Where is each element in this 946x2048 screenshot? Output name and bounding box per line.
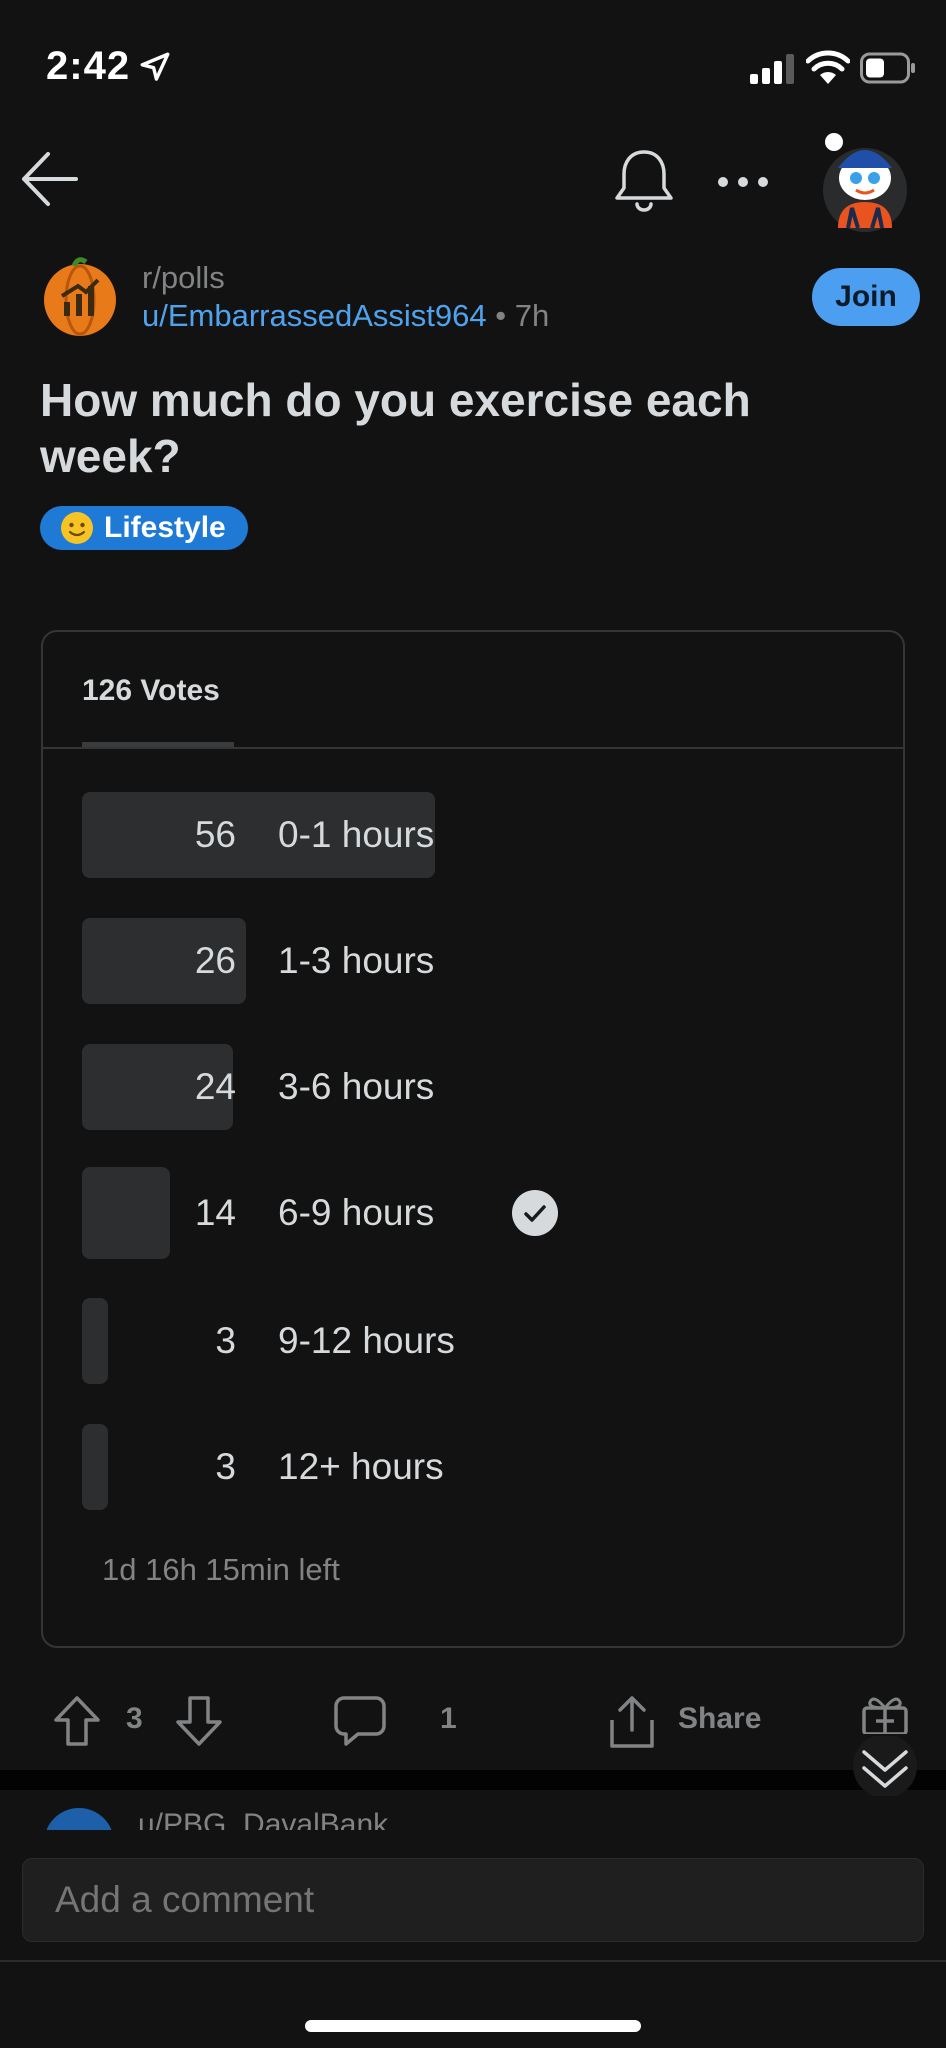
share-icon[interactable] <box>606 1694 658 1750</box>
comment-bubble-icon[interactable] <box>334 1694 386 1748</box>
meta-separator: • <box>495 298 507 333</box>
wifi-icon <box>806 50 850 84</box>
comment-count: 1 <box>440 1702 457 1735</box>
join-button[interactable]: Join <box>812 268 920 326</box>
comment-divider <box>0 1960 946 1962</box>
post-title: How much do you exercise each week? <box>40 374 751 482</box>
poll-option[interactable]: 56 0-1 hours <box>82 792 872 878</box>
votes-tab[interactable]: 126 Votes <box>82 674 220 708</box>
post-header: r/polls u/EmbarrassedAssist964 • 7h Join <box>40 256 920 346</box>
subreddit-name[interactable]: r/polls <box>142 260 225 296</box>
cellular-signal-icon <box>750 54 794 84</box>
scroll-down-chevron-icon[interactable] <box>850 1736 920 1796</box>
add-comment-input[interactable] <box>22 1858 924 1942</box>
subreddit-icon[interactable] <box>40 256 120 336</box>
flair-label: Lifestyle <box>104 511 226 544</box>
poll-option-label: 0-1 hours <box>278 814 435 855</box>
more-options-icon[interactable] <box>710 152 776 212</box>
notification-bell-icon[interactable] <box>610 146 678 216</box>
comment-author-name[interactable]: u/PBG_DavalBank <box>138 1808 388 1830</box>
upvote-icon[interactable] <box>50 1694 104 1748</box>
poll-option-label: 1-3 hours <box>278 940 435 981</box>
post-age: 7h <box>514 298 550 333</box>
next-comment-peek: u/PBG_DavalBank <box>0 1790 946 1830</box>
poll-option-count: 56 <box>194 814 236 855</box>
battery-icon <box>860 52 915 84</box>
poll-option-count: 26 <box>194 940 236 981</box>
back-arrow-icon[interactable] <box>18 146 84 212</box>
post-action-bar: 3 1 Share <box>0 1680 946 1760</box>
vote-score: 3 <box>126 1702 143 1735</box>
author-link[interactable]: u/EmbarrassedAssist964 <box>142 298 487 333</box>
poll-option[interactable]: 26 1-3 hours <box>82 918 872 1004</box>
poll-option-label: 12+ hours <box>278 1446 444 1487</box>
author-line: u/EmbarrassedAssist964 • 7h <box>142 298 549 334</box>
poll-option[interactable]: 24 3-6 hours <box>82 1044 872 1130</box>
poll-option[interactable]: 3 9-12 hours <box>82 1298 872 1384</box>
post-flair[interactable]: Lifestyle <box>40 506 248 550</box>
status-bar: 2:42 <box>0 0 946 120</box>
downvote-icon[interactable] <box>172 1694 226 1748</box>
poll-option[interactable]: 3 12+ hours <box>82 1424 872 1510</box>
poll-option-count: 3 <box>215 1446 236 1487</box>
slightly-smiling-face-icon <box>61 512 93 544</box>
poll-option-label: 3-6 hours <box>278 1066 435 1107</box>
comment-author-avatar[interactable] <box>44 1808 114 1830</box>
share-label[interactable]: Share <box>678 1702 761 1736</box>
poll-time-left: 1d 16h 15min left <box>102 1552 340 1587</box>
home-indicator[interactable] <box>305 2020 641 2032</box>
poll-option-count: 3 <box>215 1320 236 1361</box>
selected-checkmark-icon <box>512 1190 558 1236</box>
comment-composer <box>0 1830 946 2048</box>
section-separator <box>0 1770 946 1790</box>
top-nav-bar <box>0 120 946 240</box>
poll-header-divider <box>43 747 903 749</box>
poll-option-count: 24 <box>194 1066 236 1107</box>
award-gift-icon[interactable] <box>860 1694 910 1734</box>
poll-card: 126 Votes 56 0-1 hours 26 1-3 hours 24 3-6 ho… <box>41 630 905 1648</box>
user-avatar-icon[interactable] <box>818 128 912 236</box>
status-time: 2:42 <box>46 44 131 88</box>
poll-option-label: 6-9 hours <box>278 1192 435 1233</box>
poll-option-count: 14 <box>194 1192 236 1233</box>
location-arrow-icon <box>140 52 170 81</box>
poll-option[interactable]: 14 6-9 hours <box>82 1167 872 1259</box>
poll-option-label: 9-12 hours <box>278 1320 455 1361</box>
